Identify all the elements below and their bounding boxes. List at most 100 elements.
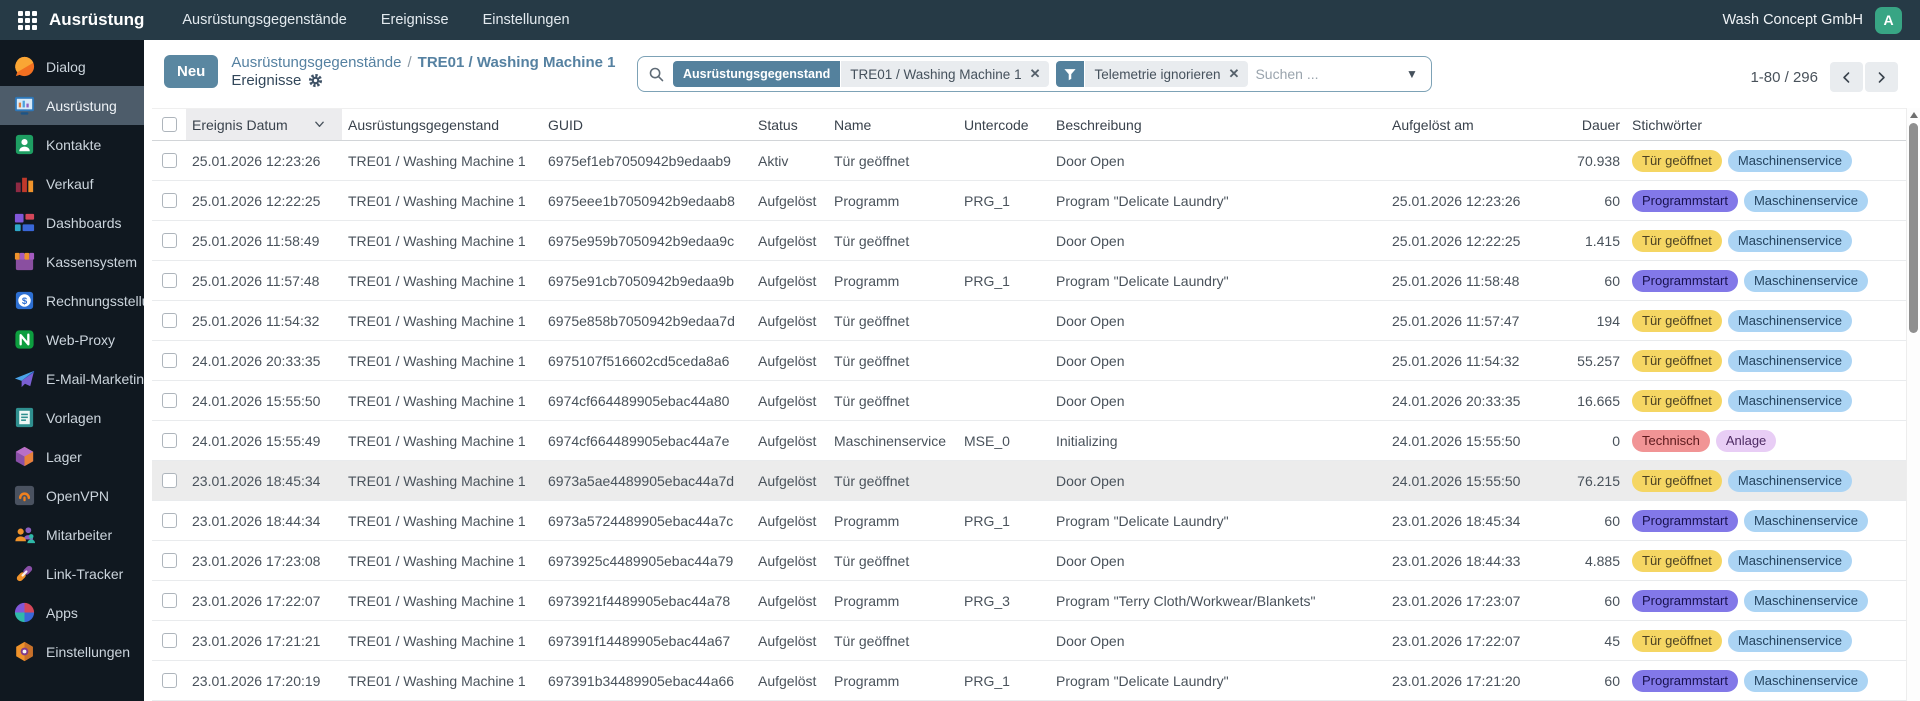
tag-technisch[interactable]: Technisch <box>1632 429 1710 452</box>
table-row[interactable]: 25.01.2026 12:22:25 TRE01 / Washing Machi… <box>152 181 1906 221</box>
sidebar-item-vorlagen[interactable]: Vorlagen <box>0 398 144 437</box>
column-header-status[interactable]: Status <box>752 109 828 140</box>
table-row[interactable]: 24.01.2026 15:55:49 TRE01 / Washing Machi… <box>152 421 1906 461</box>
scrollbar-thumb[interactable] <box>1909 123 1918 333</box>
tag-t-r-ge-ffnet[interactable]: Tür geöffnet <box>1632 389 1722 412</box>
tag-maschinenservice[interactable]: Maschinenservice <box>1727 349 1852 372</box>
table-row[interactable]: 24.01.2026 20:33:35 TRE01 / Washing Machi… <box>152 341 1906 381</box>
tag-anlage[interactable]: Anlage <box>1715 429 1777 452</box>
table-row[interactable]: 25.01.2026 11:57:48 TRE01 / Washing Machi… <box>152 261 1906 301</box>
column-header-beschr[interactable]: Beschreibung <box>1050 109 1386 140</box>
table-row[interactable]: 23.01.2026 18:44:34 TRE01 / Washing Machi… <box>152 501 1906 541</box>
column-header-tags[interactable]: Stichwörter <box>1626 109 1906 140</box>
column-header-gegen[interactable]: Ausrüstungsgegenstand <box>342 109 542 140</box>
row-checkbox[interactable] <box>152 301 186 340</box>
sidebar-item-mitarbeiter[interactable]: Mitarbeiter <box>0 515 144 554</box>
row-checkbox[interactable] <box>152 661 186 700</box>
row-checkbox[interactable] <box>152 341 186 380</box>
row-checkbox[interactable] <box>152 261 186 300</box>
row-checkbox[interactable] <box>152 221 186 260</box>
table-row[interactable]: 25.01.2026 11:58:49 TRE01 / Washing Machi… <box>152 221 1906 261</box>
close-icon[interactable]: ✕ <box>1030 66 1041 82</box>
table-row[interactable]: 24.01.2026 15:55:50 TRE01 / Washing Machi… <box>152 381 1906 421</box>
pagination-prev-button[interactable] <box>1830 62 1863 92</box>
sidebar-item-kontakte[interactable]: Kontakte <box>0 125 144 164</box>
new-button[interactable]: Neu <box>164 55 219 88</box>
tag-maschinenservice[interactable]: Maschinenservice <box>1743 669 1869 692</box>
search-facet-equipment[interactable]: Ausrüstungsgegenstand TRE01 / Washing Ma… <box>673 61 1050 87</box>
tag-t-r-ge-ffnet[interactable]: Tür geöffnet <box>1632 349 1722 372</box>
row-checkbox[interactable] <box>152 381 186 420</box>
scroll-up-icon[interactable] <box>1910 112 1918 118</box>
tag-t-r-ge-ffnet[interactable]: Tür geöffnet <box>1632 469 1722 492</box>
menu-ausruestungsgegenstaende[interactable]: Ausrüstungsgegenstände <box>182 12 346 28</box>
sidebar-item-verkauf[interactable]: Verkauf <box>0 164 144 203</box>
sidebar-item-e-mail-marketing[interactable]: E-Mail-Marketing <box>0 359 144 398</box>
search-input[interactable] <box>1255 57 1397 91</box>
tag-maschinenservice[interactable]: Maschinenservice <box>1743 509 1869 532</box>
row-checkbox[interactable] <box>152 421 186 460</box>
sidebar-item-link-tracker[interactable]: Link-Tracker <box>0 554 144 593</box>
tag-maschinenservice[interactable]: Maschinenservice <box>1743 189 1869 212</box>
menu-ereignisse[interactable]: Ereignisse <box>381 12 449 28</box>
column-header-name[interactable]: Name <box>828 109 958 140</box>
sidebar-item-dialog[interactable]: Dialog <box>0 47 144 86</box>
table-row[interactable]: 23.01.2026 18:45:34 TRE01 / Washing Machi… <box>152 461 1906 501</box>
tag-programmstart[interactable]: Programmstart <box>1632 509 1738 532</box>
close-icon[interactable]: ✕ <box>1229 66 1240 82</box>
tag-programmstart[interactable]: Programmstart <box>1632 269 1738 292</box>
row-checkbox[interactable] <box>152 141 186 180</box>
tag-t-r-ge-ffnet[interactable]: Tür geöffnet <box>1632 149 1722 172</box>
column-header-datum[interactable]: Ereignis Datum <box>186 109 342 140</box>
tag-t-r-ge-ffnet[interactable]: Tür geöffnet <box>1632 629 1722 652</box>
tag-t-r-ge-ffnet[interactable]: Tür geöffnet <box>1632 309 1722 332</box>
sidebar-item-web-proxy[interactable]: Web-Proxy <box>0 320 144 359</box>
tag-t-r-ge-ffnet[interactable]: Tür geöffnet <box>1632 549 1722 572</box>
sidebar-item-ausr-stung[interactable]: Ausrüstung <box>0 86 144 125</box>
tag-programmstart[interactable]: Programmstart <box>1632 189 1738 212</box>
sidebar-item-rechnungsstellung[interactable]: $Rechnungsstellung <box>0 281 144 320</box>
tag-maschinenservice[interactable]: Maschinenservice <box>1727 229 1852 252</box>
sidebar-item-kassensystem[interactable]: Kassensystem <box>0 242 144 281</box>
table-row[interactable]: 25.01.2026 11:54:32 TRE01 / Washing Machi… <box>152 301 1906 341</box>
tag-maschinenservice[interactable]: Maschinenservice <box>1743 589 1869 612</box>
tag-programmstart[interactable]: Programmstart <box>1632 669 1738 692</box>
vertical-scrollbar[interactable] <box>1906 108 1920 701</box>
pagination-next-button[interactable] <box>1865 62 1898 92</box>
gear-icon[interactable] <box>308 73 323 88</box>
tag-t-r-ge-ffnet[interactable]: Tür geöffnet <box>1632 229 1722 252</box>
tag-programmstart[interactable]: Programmstart <box>1632 589 1738 612</box>
tag-maschinenservice[interactable]: Maschinenservice <box>1727 469 1852 492</box>
app-name[interactable]: Ausrüstung <box>49 10 144 30</box>
row-checkbox[interactable] <box>152 501 186 540</box>
sidebar-item-einstellungen[interactable]: Einstellungen <box>0 632 144 671</box>
sidebar-item-dashboards[interactable]: Dashboards <box>0 203 144 242</box>
column-header-aufg[interactable]: Aufgelöst am <box>1386 109 1566 140</box>
row-checkbox[interactable] <box>152 621 186 660</box>
search-dropdown-caret-icon[interactable]: ▼ <box>1397 67 1427 81</box>
tag-maschinenservice[interactable]: Maschinenservice <box>1727 389 1852 412</box>
tag-maschinenservice[interactable]: Maschinenservice <box>1727 309 1852 332</box>
user-avatar[interactable]: A <box>1875 6 1902 34</box>
search-facet-filter[interactable]: Telemetrie ignorieren ✕ <box>1056 61 1249 87</box>
row-checkbox[interactable] <box>152 581 186 620</box>
sidebar-item-openvpn[interactable]: OpenVPN <box>0 476 144 515</box>
tag-maschinenservice[interactable]: Maschinenservice <box>1743 269 1869 292</box>
company-name[interactable]: Wash Concept GmbH <box>1723 12 1863 28</box>
sidebar-item-apps[interactable]: Apps <box>0 593 144 632</box>
breadcrumb-link-equipment-list[interactable]: Ausrüstungsgegenstände <box>231 54 401 71</box>
select-all-checkbox[interactable] <box>152 109 186 140</box>
row-checkbox[interactable] <box>152 461 186 500</box>
apps-grid-icon[interactable] <box>18 10 37 30</box>
column-header-dauer[interactable]: Dauer <box>1566 109 1626 140</box>
table-row[interactable]: 23.01.2026 17:20:19 TRE01 / Washing Machi… <box>152 661 1906 701</box>
tag-maschinenservice[interactable]: Maschinenservice <box>1727 549 1852 572</box>
breadcrumb-link-machine[interactable]: TRE01 / Washing Machine 1 <box>418 54 616 71</box>
tag-maschinenservice[interactable]: Maschinenservice <box>1727 149 1852 172</box>
row-checkbox[interactable] <box>152 181 186 220</box>
column-header-unter[interactable]: Untercode <box>958 109 1050 140</box>
sidebar-item-lager[interactable]: Lager <box>0 437 144 476</box>
table-row[interactable]: 23.01.2026 17:22:07 TRE01 / Washing Machi… <box>152 581 1906 621</box>
table-row[interactable]: 23.01.2026 17:21:21 TRE01 / Washing Machi… <box>152 621 1906 661</box>
table-row[interactable]: 25.01.2026 12:23:26 TRE01 / Washing Machi… <box>152 141 1906 181</box>
